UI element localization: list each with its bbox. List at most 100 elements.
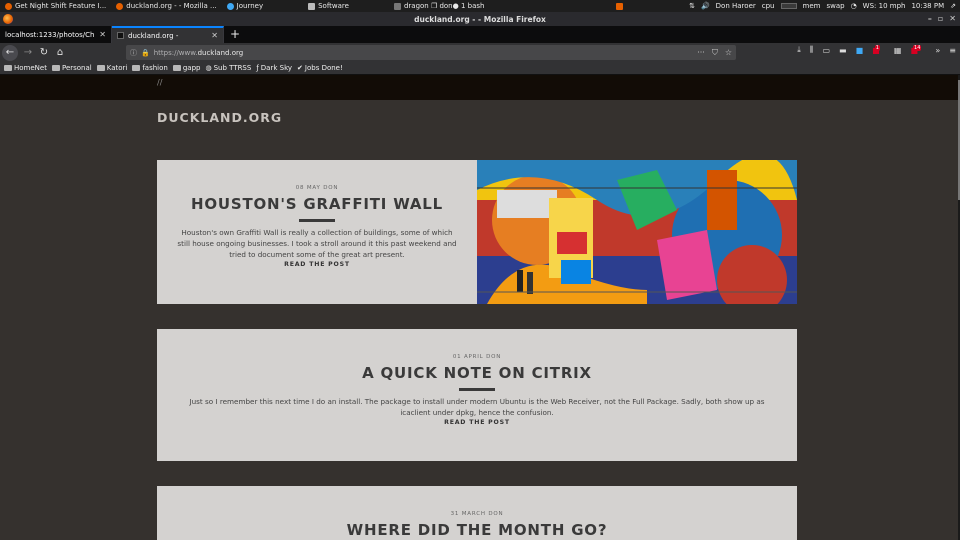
minimize-button[interactable]: –	[928, 14, 932, 23]
clock[interactable]: 10:38 PM	[911, 2, 944, 10]
bookmark-gapp[interactable]: gapp	[172, 64, 200, 72]
wifi-icon[interactable]: ◔	[851, 2, 857, 10]
extension-blue-icon[interactable]: ■	[856, 46, 864, 55]
folder-icon	[132, 65, 141, 71]
user-name[interactable]: Don Haroer	[716, 2, 756, 10]
library-icon[interactable]: ⫼	[810, 45, 814, 55]
web-page: // DUCKLAND.ORG 08 MAY DON HOUSTON'S GRA…	[0, 75, 958, 540]
read-post-link[interactable]: READ THE POST	[284, 261, 350, 268]
post-meta: 31 MARCH DON	[450, 511, 504, 517]
software-icon	[308, 2, 316, 10]
volume-icon[interactable]: 🔊	[701, 2, 710, 10]
title-divider	[299, 219, 335, 222]
page-actions-button[interactable]: ···	[697, 48, 705, 58]
journey-icon	[226, 2, 234, 10]
bookmark-sub-ttrss[interactable]: ◍ Sub TTRSS	[205, 64, 251, 72]
forward-button[interactable]: →	[20, 45, 36, 61]
mem-label: mem	[802, 2, 821, 10]
close-window-button[interactable]: ✕	[949, 14, 956, 23]
ublock-badge: 14	[913, 44, 922, 51]
feather-icon: ƒ	[256, 64, 259, 72]
graffiti-wall-image[interactable]	[477, 160, 797, 304]
post-card-month: 31 MARCH DON WHERE DID THE MONTH GO?	[157, 486, 797, 540]
system-taskbar: Get Night Shift Feature I... duckland.or…	[0, 0, 960, 12]
extension-badge: 1	[874, 44, 880, 51]
firefox-icon	[116, 2, 124, 10]
post-excerpt: Just so I remember this next time I do a…	[189, 397, 765, 417]
check-icon: ✔	[297, 64, 303, 72]
new-tab-button[interactable]: +	[224, 26, 246, 43]
title-divider	[459, 388, 495, 391]
tab-strip: localhost:1233/photos/Christ ✕ duckland.…	[0, 26, 960, 43]
site-header-strip: //	[0, 75, 958, 100]
tab-localhost[interactable]: localhost:1233/photos/Christ ✕	[0, 26, 112, 43]
read-post-link[interactable]: READ THE POST	[444, 419, 510, 426]
graffiti-mural-graphic	[477, 160, 797, 304]
post-card-citrix: 01 APRIL DON A QUICK NOTE ON CITRIX Just…	[157, 329, 797, 461]
globe-icon: ◍	[205, 64, 212, 72]
post-title[interactable]: A QUICK NOTE ON CITRIX	[362, 364, 592, 382]
folder-icon	[172, 65, 181, 71]
downloads-icon[interactable]: ⤓	[797, 45, 801, 55]
bookmark-homenet[interactable]: HomeNet	[4, 64, 47, 72]
toolbar-right: ⤓ ⫼ ▭ ▬ ■ ■1 ▦ ■14 » ≡	[797, 44, 956, 55]
notification-icon[interactable]: ⇗	[950, 2, 956, 10]
taskbar-item-nightshift[interactable]: Get Night Shift Feature I...	[0, 0, 111, 12]
url-text[interactable]: https://www.duckland.org	[154, 49, 243, 57]
home-button[interactable]: ⌂	[52, 45, 68, 61]
firefox-logo-icon	[3, 14, 13, 24]
cpu-label: cpu	[761, 2, 775, 10]
taskbar-item-terminal[interactable]: dragon ❐ don● 1 bash	[354, 0, 490, 12]
weather-text: WS: 10 mph	[862, 2, 906, 10]
network-icon[interactable]: ⇅	[689, 2, 695, 10]
taskbar-item-software[interactable]: Software	[268, 0, 354, 12]
chat-icon[interactable]: ▬	[839, 46, 847, 55]
swap-label: swap	[826, 2, 845, 10]
maximize-button[interactable]: ▫	[938, 14, 943, 23]
post-excerpt: Houston's own Graffiti Wall is really a …	[177, 228, 457, 259]
info-icon[interactable]: ⓘ	[130, 48, 137, 58]
overflow-chevron-icon[interactable]: »	[935, 46, 940, 55]
taskbar-item-journey[interactable]: Journey	[222, 0, 268, 12]
reload-button[interactable]: ↻	[36, 45, 52, 61]
site-title[interactable]: DUCKLAND.ORG	[157, 110, 282, 125]
page-favicon-icon	[117, 32, 124, 39]
bookmark-jobs-done[interactable]: ✔ Jobs Done!	[297, 64, 343, 72]
window-titlebar: duckland.org - - Mozilla Firefox – ▫ ✕	[0, 12, 960, 26]
sidebar-icon[interactable]: ▭	[822, 46, 830, 55]
system-tray: ⇅ 🔊 Don Haroer cpu mem swap ◔ WS: 10 mph…	[616, 2, 960, 10]
header-slashes: //	[157, 78, 163, 87]
navigation-toolbar: ← → ↻ ⌂ ⓘ 🔒 https://www.duckland.org ···…	[0, 43, 960, 62]
window-title: duckland.org - - Mozilla Firefox	[414, 14, 546, 24]
post-meta: 01 APRIL DON	[452, 354, 502, 360]
extension-ublock-icon[interactable]: ■14	[910, 44, 926, 55]
close-tab-icon[interactable]: ✕	[99, 30, 106, 39]
folder-icon	[4, 65, 12, 71]
pocket-icon[interactable]: ⛉	[712, 48, 718, 58]
bookmarks-toolbar: HomeNet Personal Katori fashion gapp ◍ Su…	[0, 62, 960, 75]
back-button[interactable]: ←	[2, 44, 18, 61]
tab-duckland[interactable]: duckland.org - ✕	[112, 26, 224, 43]
post-title[interactable]: WHERE DID THE MONTH GO?	[347, 521, 608, 539]
hamburger-menu-icon[interactable]: ≡	[949, 46, 956, 55]
close-tab-icon[interactable]: ✕	[211, 31, 218, 40]
terminal-icon	[393, 2, 401, 10]
taskbar-item-duckland[interactable]: duckland.org - - Mozilla ...	[111, 0, 221, 12]
folder-icon	[51, 65, 60, 71]
folder-icon	[96, 65, 105, 71]
firefox-icon	[5, 2, 12, 10]
post-card-graffiti: 08 MAY DON HOUSTON'S GRAFFITI WALL Houst…	[157, 160, 797, 304]
firefox-tray-icon[interactable]	[616, 2, 624, 10]
bookmark-katori[interactable]: Katori	[96, 64, 127, 72]
bookmark-fashion[interactable]: fashion	[132, 64, 168, 72]
post-meta: 08 MAY DON	[295, 185, 339, 191]
extension-red-icon[interactable]: ■1	[872, 44, 885, 55]
bookmark-dark-sky[interactable]: ƒ Dark Sky	[256, 64, 292, 72]
bookmark-personal[interactable]: Personal	[51, 64, 92, 72]
extension-grey-icon[interactable]: ▦	[894, 46, 902, 55]
cpu-meter	[780, 3, 797, 9]
lock-icon[interactable]: 🔒	[141, 49, 150, 57]
bookmark-star-icon[interactable]: ☆	[725, 48, 732, 58]
url-bar[interactable]: ⓘ 🔒 https://www.duckland.org ··· ⛉ ☆	[126, 45, 736, 60]
post-title[interactable]: HOUSTON'S GRAFFITI WALL	[191, 195, 443, 213]
